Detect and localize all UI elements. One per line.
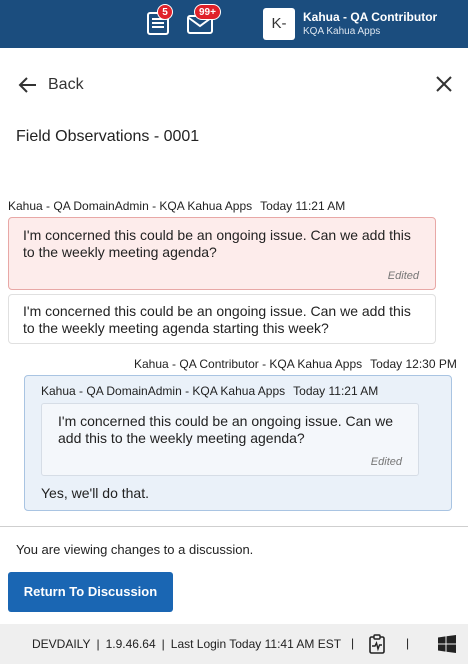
arrow-left-icon bbox=[18, 77, 36, 93]
quoted-text: I'm concerned this could be an ongoing i… bbox=[58, 413, 393, 446]
footer-separator: | bbox=[351, 636, 355, 650]
divider bbox=[0, 526, 468, 527]
back-label: Back bbox=[48, 76, 84, 93]
footer-info: DEVDAILY | 1.9.46.64 | Last Login Today 11:4… bbox=[32, 637, 341, 651]
message-author: Kahua - QA DomainAdmin - KQA Kahua Apps bbox=[8, 199, 253, 213]
environment-label: DEVDAILY bbox=[32, 637, 91, 651]
user-org: KQA Kahua Apps bbox=[303, 26, 381, 37]
close-icon bbox=[436, 76, 452, 92]
quoted-edited-label: Edited bbox=[370, 456, 402, 468]
messages-badge: 99+ bbox=[194, 4, 221, 20]
clipboard-pulse-icon[interactable] bbox=[368, 634, 386, 654]
quoted-meta: Kahua - QA DomainAdmin - KQA Kahua Apps T… bbox=[41, 384, 378, 398]
back-button[interactable]: Back bbox=[18, 74, 84, 96]
return-to-discussion-button[interactable]: Return To Discussion bbox=[8, 572, 173, 612]
quoted-timestamp: Today 11:21 AM bbox=[293, 384, 379, 398]
footer-separator: | bbox=[161, 637, 165, 651]
tasks-button[interactable]: 5 bbox=[146, 4, 174, 38]
revised-message-text: I'm concerned this could be an ongoing i… bbox=[23, 303, 411, 336]
avatar[interactable]: K- bbox=[263, 8, 295, 40]
user-name[interactable]: Kahua - QA Contributor bbox=[303, 10, 437, 24]
messages-button[interactable]: 99+ bbox=[187, 4, 221, 38]
top-bar: 5 99+ K- Kahua - QA Contributor KQA Kahu… bbox=[0, 0, 468, 48]
reply-bubble: Kahua - QA DomainAdmin - KQA Kahua Apps T… bbox=[24, 375, 452, 511]
message-timestamp: Today 11:21 AM bbox=[260, 199, 346, 213]
last-login-label: Last Login Today 11:41 AM EST bbox=[170, 637, 342, 651]
tasks-badge: 5 bbox=[157, 4, 173, 20]
close-button[interactable] bbox=[434, 74, 454, 94]
reply-meta: Kahua - QA Contributor - KQA Kahua Apps T… bbox=[134, 357, 457, 371]
windows-icon[interactable] bbox=[438, 635, 456, 653]
footer: DEVDAILY | 1.9.46.64 | Last Login Today 11:4… bbox=[0, 624, 468, 664]
original-message-text: I'm concerned this could be an ongoing i… bbox=[23, 227, 411, 260]
version-label: 1.9.46.64 bbox=[105, 637, 156, 651]
original-message-bubble: I'm concerned this could be an ongoing i… bbox=[8, 217, 436, 290]
page-title: Field Observations - 0001 bbox=[16, 128, 200, 145]
viewing-notice: You are viewing changes to a discussion. bbox=[16, 542, 254, 557]
revised-message-bubble: I'm concerned this could be an ongoing i… bbox=[8, 294, 436, 344]
footer-separator: | bbox=[406, 636, 410, 650]
footer-separator: | bbox=[96, 637, 100, 651]
message-meta: Kahua - QA DomainAdmin - KQA Kahua Apps T… bbox=[8, 199, 345, 213]
edited-label: Edited bbox=[387, 270, 419, 282]
reply-text: Yes, we'll do that. bbox=[41, 485, 150, 501]
reply-timestamp: Today 12:30 PM bbox=[370, 357, 457, 371]
quoted-message: I'm concerned this could be an ongoing i… bbox=[41, 403, 419, 476]
reply-author: Kahua - QA Contributor - KQA Kahua Apps bbox=[134, 357, 363, 371]
quoted-author: Kahua - QA DomainAdmin - KQA Kahua Apps bbox=[41, 384, 286, 398]
